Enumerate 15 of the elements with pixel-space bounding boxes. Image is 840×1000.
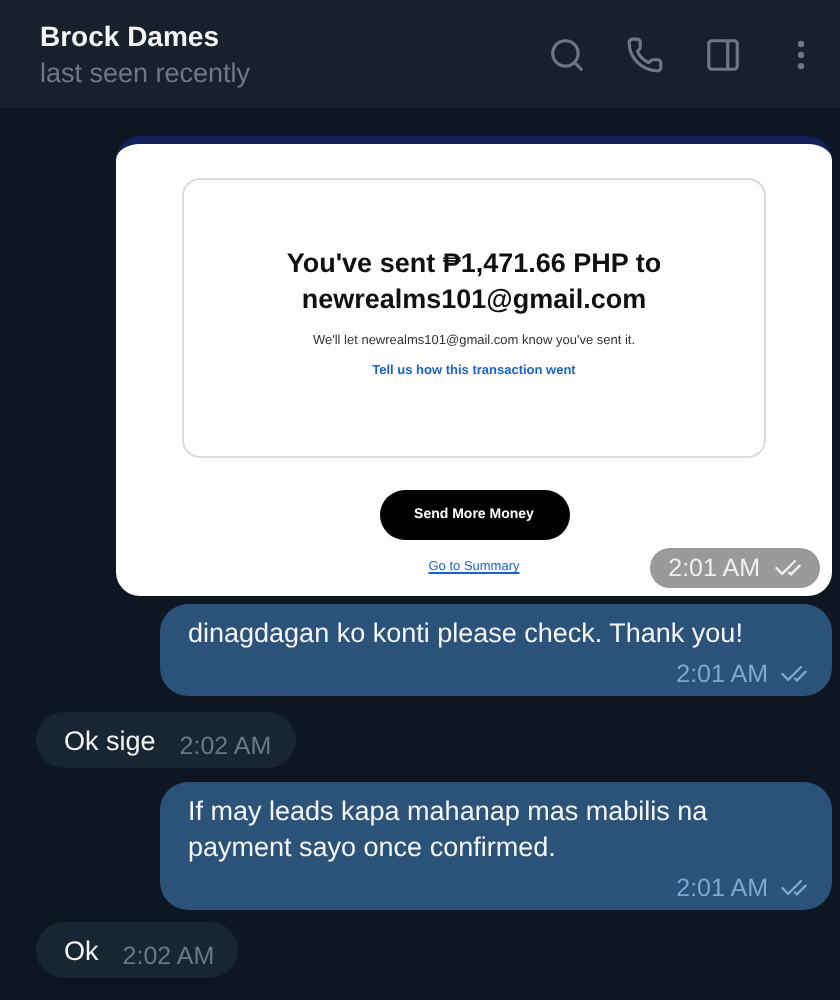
message-time: 2:01 AM	[652, 866, 808, 902]
message-text: dinagdagan ko konti please check. Thank you!	[188, 616, 743, 652]
message-time: 2:01 AM	[652, 652, 808, 688]
message-text: Ok	[64, 934, 99, 970]
contact-status: last seen recently	[40, 58, 253, 88]
sidebar-icon[interactable]	[704, 35, 742, 73]
message-text: Ok sige	[64, 724, 156, 760]
confirmation-title: You've sent ₱1,471.66 PHP to newrealms101@gmail.com	[284, 246, 664, 318]
message-time: 2:01 AM	[650, 548, 820, 588]
message-time: 2:02 AM	[120, 940, 215, 970]
message-time: 2:02 AM	[177, 730, 272, 760]
search-icon[interactable]	[548, 35, 586, 73]
contact-name: Brock Dames	[40, 20, 221, 52]
phone-icon[interactable]	[626, 35, 664, 73]
message-text: If may leads kapa mahanap mas mabilis na payment sayo once confirmed.	[188, 794, 710, 866]
